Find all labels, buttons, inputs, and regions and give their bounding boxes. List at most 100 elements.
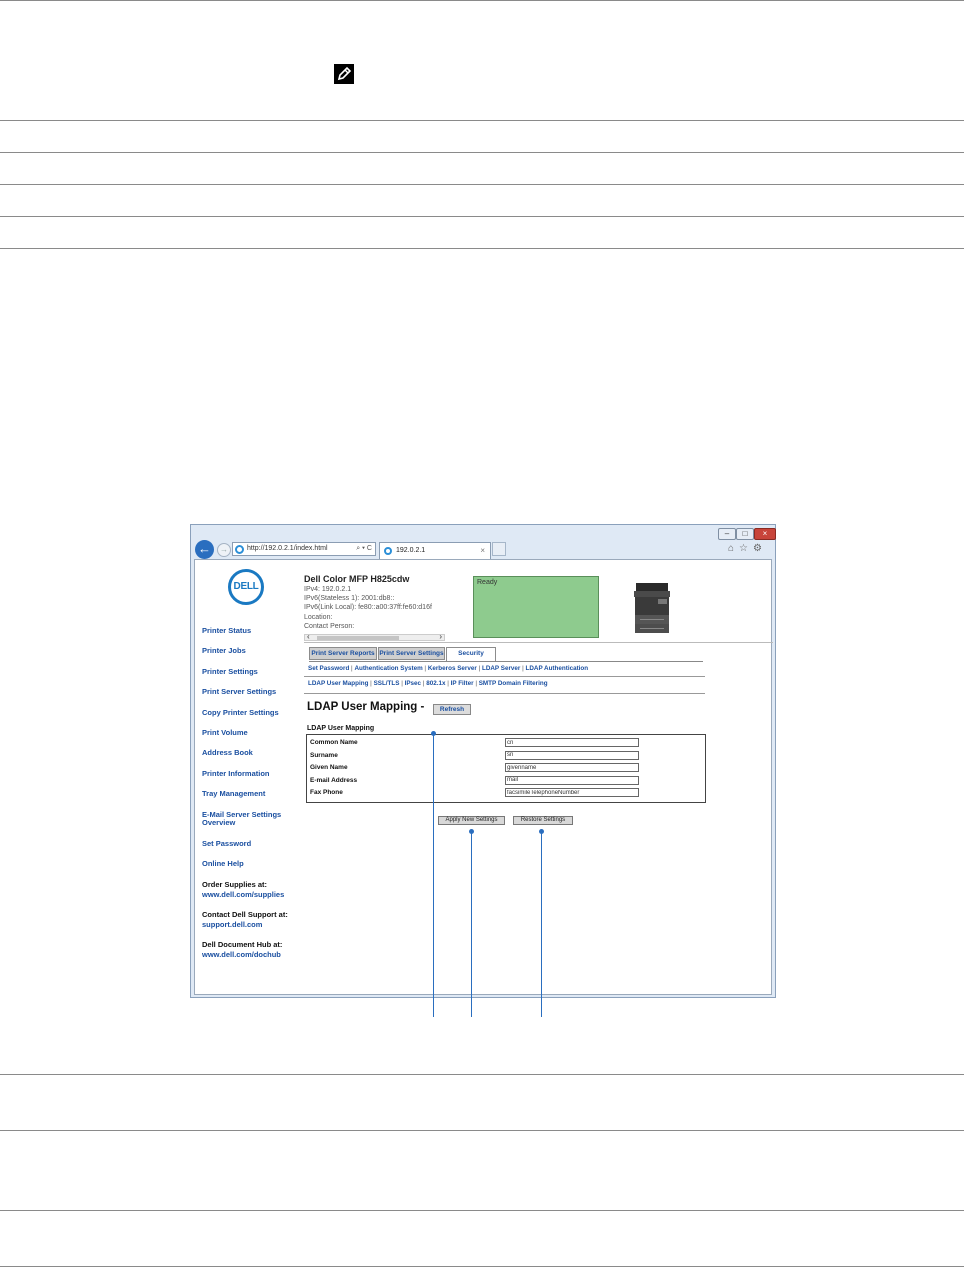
contact-support-link[interactable]: support.dell.com (202, 920, 262, 930)
subnav-authentication-system[interactable]: Authentication System (354, 665, 422, 672)
back-arrow-icon[interactable]: ← (195, 540, 214, 559)
tab-close-icon[interactable]: × (480, 543, 485, 558)
callout-dot-restore (539, 829, 544, 834)
device-info: Dell Color MFP H825cdw IPv4: 192.0.2.1 I… (304, 574, 452, 631)
scrollbar-thumb[interactable] (317, 636, 399, 640)
sidebar-item-set-password[interactable]: Set Password (202, 839, 251, 849)
subnav-set-password[interactable]: Set Password (308, 665, 349, 672)
ipv6-stateless-address: IPv6(Stateless 1): 2001:db8:: (304, 595, 395, 603)
new-tab-button[interactable] (492, 542, 506, 556)
dell-logo: DELL (228, 569, 264, 605)
apply-new-settings-button[interactable]: Apply New Settings (438, 816, 505, 825)
browser-tab[interactable]: 192.0.2.1 × (379, 542, 491, 559)
title-bar: – □ × (191, 525, 776, 540)
field-row-surname: Surname (307, 750, 705, 763)
status-text: Ready (477, 579, 498, 586)
contact-person-label: Contact Person: (304, 622, 355, 630)
surname-label: Surname (310, 751, 338, 759)
address-bar[interactable]: http://192.0.2.1/index.html ⌕ ▾ C (232, 542, 376, 556)
page-title: LDAP User Mapping - (307, 701, 425, 713)
tab-underline (309, 661, 703, 662)
sidebar-item-email-server-overview[interactable]: Overview (202, 818, 235, 828)
section-heading: LDAP User Mapping (307, 725, 375, 732)
page-rule (0, 184, 964, 185)
subnav-ldap-user-mapping[interactable]: LDAP User Mapping (308, 680, 368, 687)
device-name: Dell Color MFP H825cdw (304, 574, 410, 584)
location-label: Location: (304, 613, 333, 621)
home-favorites-tools-icons[interactable]: ⌂☆⚙ (728, 543, 767, 554)
subnav-kerberos-server[interactable]: Kerberos Server (428, 665, 477, 672)
subnav-ip-filter[interactable]: IP Filter (451, 680, 474, 687)
status-panel: Ready (473, 576, 599, 638)
subnav-ldap-server[interactable]: LDAP Server (482, 665, 520, 672)
surname-input[interactable] (505, 750, 639, 760)
page-rule (0, 248, 964, 249)
callout-line-apply (471, 831, 472, 1017)
page-content: DELL Printer Status Printer Jobs Printer… (194, 559, 773, 995)
security-subnav-row1: Set Password | Authentication System | K… (308, 665, 588, 672)
page-rule (0, 216, 964, 217)
refresh-button[interactable]: Refresh (433, 704, 471, 715)
forward-arrow-icon[interactable]: → (217, 543, 231, 557)
document-hub-link[interactable]: www.dell.com/dochub (202, 950, 281, 960)
field-row-common-name: Common Name (307, 738, 705, 750)
subnav-ipsec[interactable]: IPsec (405, 680, 421, 687)
email-address-label: E-mail Address (310, 776, 358, 784)
sidebar-item-printer-information[interactable]: Printer Information (202, 769, 270, 779)
search-refresh-icons[interactable]: ⌕ ▾ C (356, 543, 372, 555)
page-rule (0, 120, 964, 121)
common-name-label: Common Name (310, 739, 358, 746)
navigation-bar: ← → http://192.0.2.1/index.html ⌕ ▾ C 19… (191, 539, 775, 559)
sidebar-item-copy-printer-settings[interactable]: Copy Printer Settings (202, 708, 279, 718)
header-divider (304, 642, 773, 643)
scroll-left-icon[interactable]: ‹ (307, 632, 310, 641)
browser-window: – □ × ← → http://192.0.2.1/index.html ⌕ … (190, 524, 776, 998)
security-subnav-row2: LDAP User Mapping | SSL/TLS | IPsec | 80… (308, 680, 548, 687)
given-name-label: Given Name (310, 764, 348, 771)
sidebar-item-printer-status[interactable]: Printer Status (202, 626, 251, 636)
callout-dot-refresh (431, 731, 436, 736)
ldap-mapping-form: Common Name Surname Given Name E-mail Ad… (306, 734, 706, 803)
tab-print-server-reports[interactable]: Print Server Reports (309, 647, 377, 660)
page-rule (0, 1130, 964, 1131)
printer-image-icon (634, 583, 670, 633)
fax-phone-input[interactable] (505, 788, 639, 797)
page-rule (0, 0, 964, 1)
callout-dot-apply (469, 829, 474, 834)
ipv6-link-local-address: IPv6(Link Local): fe80::a00:37ff:fe60:d1… (304, 604, 432, 612)
fax-phone-label: Fax Phone (310, 789, 343, 796)
sidebar-item-printer-jobs[interactable]: Printer Jobs (202, 646, 246, 656)
email-address-input[interactable] (505, 775, 639, 785)
callout-line-refresh (433, 733, 434, 1017)
restore-settings-button[interactable]: Restore Settings (513, 816, 573, 825)
field-row-fax-phone: Fax Phone (307, 788, 705, 800)
given-name-input[interactable] (505, 763, 639, 772)
scroll-right-icon[interactable]: › (439, 632, 442, 641)
tab-title: 192.0.2.1 (396, 547, 426, 554)
common-name-input[interactable] (505, 738, 639, 747)
sidebar-item-tray-management[interactable]: Tray Management (202, 789, 265, 799)
sidebar-item-online-help[interactable]: Online Help (202, 859, 244, 869)
tab-print-server-settings[interactable]: Print Server Settings (378, 647, 445, 660)
subnav-smtp-domain-filtering[interactable]: SMTP Domain Filtering (479, 680, 548, 687)
ie-page-icon (235, 545, 244, 554)
subnav-ldap-authentication[interactable]: LDAP Authentication (526, 665, 589, 672)
sidebar-item-print-volume[interactable]: Print Volume (202, 728, 248, 738)
sidebar-item-print-server-settings[interactable]: Print Server Settings (202, 687, 276, 697)
callout-line-restore (541, 831, 542, 1017)
sidebar-item-address-book[interactable]: Address Book (202, 748, 253, 758)
page-rule (0, 152, 964, 153)
sidebar-item-printer-settings[interactable]: Printer Settings (202, 667, 258, 677)
tab-security[interactable]: Security (446, 647, 496, 661)
subnav-divider (304, 676, 705, 677)
contact-support-label: Contact Dell Support at: (202, 910, 288, 919)
order-supplies-label: Order Supplies at: (202, 880, 268, 889)
order-supplies-link[interactable]: www.dell.com/supplies (202, 890, 284, 900)
field-row-email-address: E-mail Address (307, 775, 705, 788)
page-rule (0, 1074, 964, 1075)
subnav-8021x[interactable]: 802.1x (426, 680, 445, 687)
horizontal-scrollbar[interactable]: ‹ › (304, 632, 445, 641)
subnav-ssl-tls[interactable]: SSL/TLS (374, 680, 400, 687)
document-hub-label: Dell Document Hub at: (202, 940, 283, 949)
page-rule (0, 1210, 964, 1211)
